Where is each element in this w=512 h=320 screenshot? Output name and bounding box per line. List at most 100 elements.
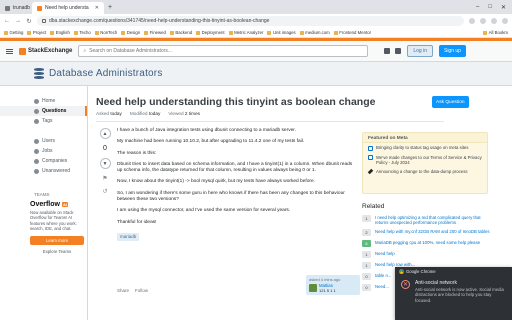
stackexchange-logo[interactable]: StackExchange	[19, 47, 72, 55]
nav-home[interactable]: Home	[0, 96, 87, 106]
bookmark-item[interactable]: Design	[121, 30, 140, 35]
bookmark-item[interactable]: Techo	[73, 30, 91, 35]
viewed-meta: Viewed 2 times	[168, 111, 201, 116]
stackexchange-logo-icon	[19, 47, 26, 55]
nav-companies[interactable]: Companies	[0, 156, 87, 166]
achievements-icon[interactable]	[395, 48, 402, 54]
folder-icon	[94, 30, 99, 35]
nav-unanswered[interactable]: Unanswered	[0, 166, 87, 176]
bookmark-icon[interactable]: ⚑	[102, 175, 107, 182]
asked-time: asked 4 mins ago	[309, 277, 341, 282]
address-bar[interactable]: dba.stackexchange.com/questions/341745/n…	[37, 16, 464, 26]
question-body: I have a bunch of Java integration tests…	[117, 128, 357, 241]
related-item[interactable]: 6 MariaDB pegging cpu at 100%, need some …	[362, 240, 492, 248]
share-link[interactable]: Share	[117, 288, 129, 293]
nav-questions[interactable]: Questions	[0, 106, 87, 116]
nav-tags[interactable]: Tags	[0, 116, 87, 126]
window-close-icon[interactable]: ✕	[501, 4, 506, 11]
back-icon[interactable]: ←	[4, 18, 10, 24]
tab-favicon-icon	[37, 5, 42, 11]
bookmark-item[interactable]: medium.com	[299, 30, 330, 35]
bookmark-star-icon[interactable]	[469, 18, 475, 24]
meta-item[interactable]: We've made changes to our Terms of Servi…	[363, 153, 487, 167]
new-tab-icon[interactable]: +	[108, 4, 112, 11]
browser-tab[interactable]: trunadb	[0, 2, 32, 14]
chrome-notification[interactable]: Google Chrome ✕ Anti-social network Anti…	[395, 267, 512, 320]
meta-item[interactable]: Bringing clarity to status tag usage on …	[363, 143, 487, 153]
related-item[interactable]: 1 Need help	[362, 251, 492, 259]
body-paragraph: So, I am wondering if there's some guru …	[117, 190, 345, 203]
minimize-icon[interactable]: –	[476, 4, 479, 11]
question-meta: Asked today Modified today Viewed 2 time…	[96, 111, 200, 116]
search-input[interactable]	[89, 48, 364, 54]
folder-icon	[50, 30, 55, 35]
folder-icon	[333, 30, 338, 35]
signup-button[interactable]: Sign up	[438, 45, 466, 57]
teams-learn-more-button[interactable]: Learn more	[30, 235, 84, 245]
folder-icon	[4, 30, 8, 35]
hamburger-menu-icon[interactable]	[6, 48, 13, 54]
folder-icon	[267, 30, 272, 35]
tab-close-icon[interactable]: ✕	[95, 5, 99, 11]
bookmark-item[interactable]: Project	[27, 30, 46, 35]
browser-tab-active[interactable]: Need help understa ✕	[32, 2, 104, 14]
divider	[96, 121, 444, 122]
avatar[interactable]	[309, 284, 317, 292]
profile-icon[interactable]	[491, 18, 497, 24]
notification-title: Anti-social network	[415, 280, 457, 286]
bookmark-item[interactable]: Frontend Mentor	[333, 30, 371, 35]
bookmark-item[interactable]: Backend	[169, 30, 192, 35]
upvote-icon[interactable]: ▲	[99, 128, 111, 139]
notification-body: ✕ Anti-social network Anti-social networ…	[395, 275, 512, 308]
site-info-icon[interactable]	[42, 19, 46, 23]
stackexchange-topbar: StackExchange ⌕ Log in Sign up	[0, 38, 512, 62]
question-main: Need help understanding this tinyint as …	[96, 86, 444, 320]
folder-icon	[483, 30, 488, 35]
site-header: Database Administrators	[0, 62, 512, 86]
nav-users[interactable]: Users	[0, 136, 87, 146]
site-title[interactable]: Database Administrators	[49, 68, 163, 79]
follow-link[interactable]: Follow	[135, 288, 148, 293]
history-icon[interactable]: ↺	[102, 188, 107, 195]
nav-jobs[interactable]: Jobs	[0, 146, 87, 156]
question-title[interactable]: Need help understanding this tinyint as …	[96, 96, 426, 108]
related-score: 0	[362, 284, 371, 292]
bookmark-item[interactable]: English	[50, 30, 70, 35]
inbox-icon[interactable]	[384, 48, 391, 54]
chat-bubble-icon	[368, 155, 373, 160]
related-score: 0	[362, 273, 371, 281]
related-item[interactable]: 2 Need help with my.cnf 32GB RAM and 200 …	[362, 229, 492, 237]
notification-message: Anti-social network is now active. Socia…	[415, 287, 504, 303]
body-paragraph: Dbunit tries to insert data based on sch…	[117, 161, 353, 174]
ask-question-button[interactable]: Ask Question	[432, 96, 469, 108]
bookmark-item[interactable]: NonTech	[94, 30, 117, 35]
site-search[interactable]: ⌕	[78, 45, 369, 57]
reload-icon[interactable]: ↻	[26, 18, 32, 25]
meta-item[interactable]: Announcing a change to the data-dump pro…	[363, 167, 487, 177]
tab-label: trunadb	[13, 5, 30, 11]
bookmark-item[interactable]: Unit images	[267, 30, 296, 35]
forward-icon[interactable]: →	[15, 18, 21, 24]
chat-bubble-icon	[368, 145, 373, 151]
bookmark-item[interactable]: Finewed	[144, 30, 166, 35]
downvote-icon[interactable]: ▼	[99, 158, 111, 169]
login-button[interactable]: Log in	[407, 45, 433, 57]
bookmark-item[interactable]: Getting	[4, 30, 23, 35]
related-score: 1	[362, 251, 371, 259]
topbar-icons	[384, 48, 402, 54]
maximize-icon[interactable]: □	[488, 4, 492, 11]
body-paragraph: I have a bunch of Java integration tests…	[117, 128, 296, 133]
extension-icon[interactable]	[480, 18, 486, 24]
tag-mariadb[interactable]: mariadb	[117, 232, 140, 241]
bookmark-item[interactable]: Deployment	[196, 30, 225, 35]
folder-icon	[27, 30, 32, 35]
featured-on-meta: Featured on Meta Bringing clarity to sta…	[362, 132, 488, 194]
explore-teams-link[interactable]: Explore Teams	[30, 249, 84, 254]
folder-icon	[169, 30, 174, 35]
menu-icon[interactable]	[502, 18, 508, 24]
teams-promo: Overflow AI Now available on Stack Overf…	[30, 201, 84, 254]
bookmark-item[interactable]: Metric Analyzer	[228, 30, 263, 35]
all-bookmarks[interactable]: All Bookm	[483, 30, 508, 35]
users-icon	[34, 138, 39, 144]
related-item[interactable]: 1I need help optimizing a red that compl…	[362, 215, 492, 225]
